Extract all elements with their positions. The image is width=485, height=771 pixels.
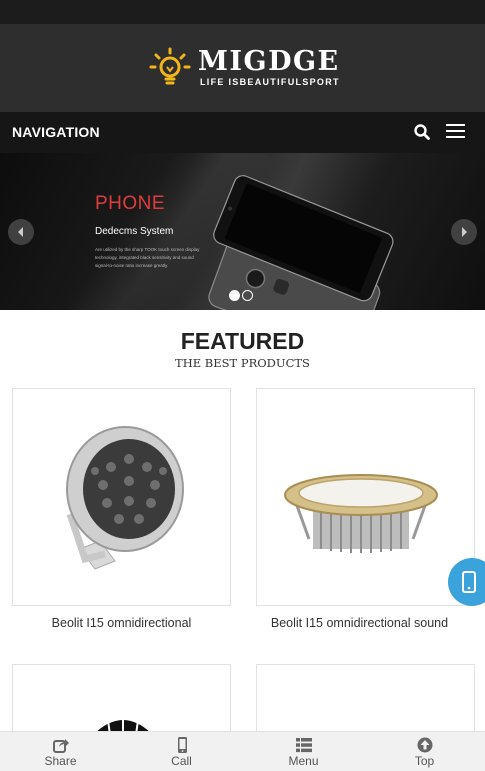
top-label: Top <box>414 754 435 768</box>
arrow-up-icon <box>417 737 433 753</box>
top-strip <box>0 0 485 24</box>
featured-subheading: THE BEST PRODUCTS <box>175 356 310 370</box>
hero-banner: PHONE Dedecms System Are utilized by the… <box>0 153 485 310</box>
hamburger-icon[interactable] <box>446 124 466 140</box>
smartphone-image <box>208 175 394 310</box>
slider-prev-button[interactable] <box>8 219 34 245</box>
product-card[interactable] <box>12 388 231 606</box>
slider-dot-1[interactable] <box>229 290 240 301</box>
call-label: Call <box>171 754 192 768</box>
mobile-phone-icon <box>462 571 476 593</box>
search-icon[interactable] <box>413 123 431 141</box>
featured-heading: FEATURED <box>180 328 305 354</box>
downlight-product-image <box>284 474 438 553</box>
product-card[interactable] <box>256 388 475 606</box>
share-button[interactable]: Share <box>0 732 121 771</box>
banner-subheading: Dedecms System <box>95 226 174 237</box>
share-label: Share <box>44 754 77 768</box>
navigation-title[interactable]: NAVIGATION <box>12 124 100 140</box>
banner-description: Are utilized by the sharp TOOK touch scr… <box>95 247 200 268</box>
lightbulb-icon <box>149 47 191 85</box>
bottom-toolbar: Share Call Menu Top <box>0 731 485 771</box>
menu-button[interactable]: Menu <box>243 732 364 771</box>
brand-tagline: LIFE ISBEAUTIFULSPORT <box>200 77 340 87</box>
menu-label: Menu <box>288 754 319 768</box>
chevron-right-icon <box>462 227 467 237</box>
share-icon <box>53 739 69 753</box>
navigation-bar: NAVIGATION <box>0 112 485 153</box>
site-logo[interactable]: MIGDGE LIFE ISBEAUTIFULSPORT <box>148 46 348 90</box>
call-button[interactable]: Call <box>121 732 242 771</box>
banner-heading: PHONE <box>95 193 166 214</box>
list-icon <box>296 738 312 753</box>
slider-dot-2[interactable] <box>242 290 253 301</box>
product-caption[interactable]: Beolit I15 omnidirectional <box>12 616 231 630</box>
top-button[interactable]: Top <box>364 732 485 771</box>
slider-next-button[interactable] <box>451 219 477 245</box>
product-caption[interactable]: Beolit I15 omnidirectional sound <box>250 616 469 630</box>
chevron-left-icon <box>18 227 23 237</box>
floodlight-product-image <box>66 426 184 570</box>
brand-title: MIGDGE <box>198 46 340 77</box>
site-header: MIGDGE LIFE ISBEAUTIFULSPORT <box>0 24 485 112</box>
phone-icon <box>178 737 187 753</box>
slider-pagination <box>229 288 255 306</box>
